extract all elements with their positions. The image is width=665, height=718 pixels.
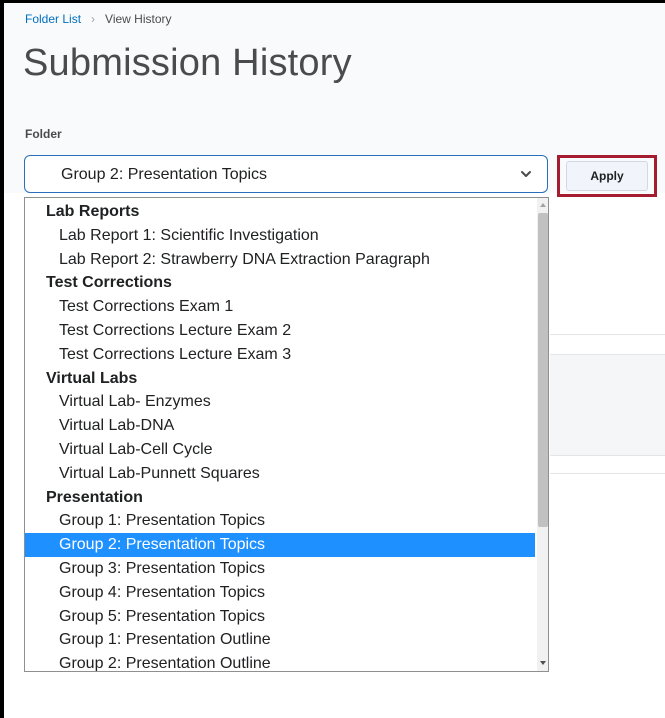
folder-select-value: Group 2: Presentation Topics <box>61 166 268 183</box>
dropdown-option[interactable]: Lab Report 2: Strawberry DNA Extraction … <box>25 248 535 272</box>
dropdown-option[interactable]: Virtual Lab- Enzymes <box>25 390 535 414</box>
scrollbar-thumb[interactable] <box>538 213 548 527</box>
dropdown-option[interactable]: Group 2: Presentation Outline <box>25 652 535 671</box>
folder-dropdown-list[interactable]: Lab Reports Lab Report 1: Scientific Inve… <box>24 197 549 672</box>
dropdown-group-label: Presentation <box>46 488 143 506</box>
dropdown-option[interactable]: Test Corrections Exam 1 <box>25 295 535 319</box>
dropdown-option[interactable]: Group 1: Presentation Outline <box>25 628 535 652</box>
breadcrumb-folder-list-link[interactable]: Folder List <box>25 12 81 26</box>
chevron-down-icon <box>521 171 531 177</box>
dropdown-option[interactable]: Group 2: Presentation Topics <box>25 533 535 557</box>
breadcrumb: Folder List › View History <box>25 12 172 26</box>
scroll-up-arrow-icon[interactable] <box>540 203 546 207</box>
dropdown-option[interactable]: Virtual Lab-Punnett Squares <box>25 462 535 486</box>
dropdown-option[interactable]: Group 1: Presentation Topics <box>25 509 535 533</box>
dropdown-option[interactable]: Group 5: Presentation Topics <box>25 605 535 629</box>
dropdown-option[interactable]: Virtual Lab-DNA <box>25 414 535 438</box>
folder-label: Folder <box>25 127 62 141</box>
dropdown-options: Lab Reports Lab Report 1: Scientific Inve… <box>25 200 535 671</box>
dropdown-option[interactable]: Group 4: Presentation Topics <box>25 581 535 605</box>
dropdown-scrollbar[interactable] <box>537 198 548 671</box>
page-title: Submission History <box>23 42 352 84</box>
scroll-down-arrow-icon[interactable] <box>540 661 546 665</box>
background-panel <box>550 354 665 456</box>
dropdown-group-label: Virtual Labs <box>46 369 138 387</box>
folder-select[interactable]: Group 2: Presentation Topics <box>24 155 548 193</box>
apply-button[interactable]: Apply <box>566 161 648 191</box>
dropdown-option[interactable]: Lab Report 1: Scientific Investigation <box>25 224 535 248</box>
chevron-right-icon: › <box>91 12 96 26</box>
dropdown-group-label: Lab Reports <box>46 203 140 220</box>
dropdown-option[interactable]: Test Corrections Lecture Exam 3 <box>25 343 535 367</box>
background-divider <box>550 334 665 335</box>
dropdown-option[interactable]: Group 3: Presentation Topics <box>25 557 535 581</box>
dropdown-option[interactable]: Virtual Lab-Cell Cycle <box>25 438 535 462</box>
dropdown-option[interactable]: Test Corrections Lecture Exam 2 <box>25 319 535 343</box>
dropdown-group-label: Test Corrections <box>46 274 172 292</box>
breadcrumb-current: View History <box>105 12 172 26</box>
background-divider <box>550 473 665 474</box>
